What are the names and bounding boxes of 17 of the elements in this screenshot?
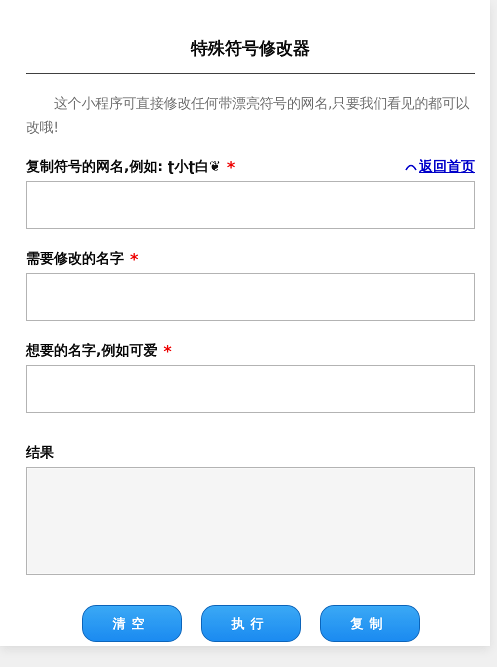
input-field[interactable] — [26, 365, 475, 413]
input-field[interactable] — [26, 273, 475, 321]
input-field[interactable] — [26, 181, 475, 229]
field-label: 想要的名字,例如可爱 — [26, 342, 158, 360]
back-home-link[interactable]: 返回首页 — [405, 158, 475, 176]
action-button[interactable]: 执行 — [200, 605, 300, 642]
field-label: 需要修改的名字 — [26, 250, 124, 268]
result-label: 结果 — [26, 444, 54, 462]
action-button[interactable]: 复制 — [320, 605, 420, 642]
field-label: 复制符号的网名,例如: ʈ小ʈ白❦ — [26, 158, 221, 176]
required-mark: * — [163, 342, 172, 360]
required-mark: * — [130, 250, 138, 268]
required-mark: * — [226, 158, 236, 176]
action-button[interactable]: 清空 — [82, 605, 182, 642]
result-box[interactable] — [26, 467, 475, 575]
intro-text: 这个小程序可直接修改任何带漂亮符号的网名,只要我们看见的都可以改哦! — [26, 95, 470, 138]
page-title: 特殊符号修改器 — [190, 38, 311, 61]
